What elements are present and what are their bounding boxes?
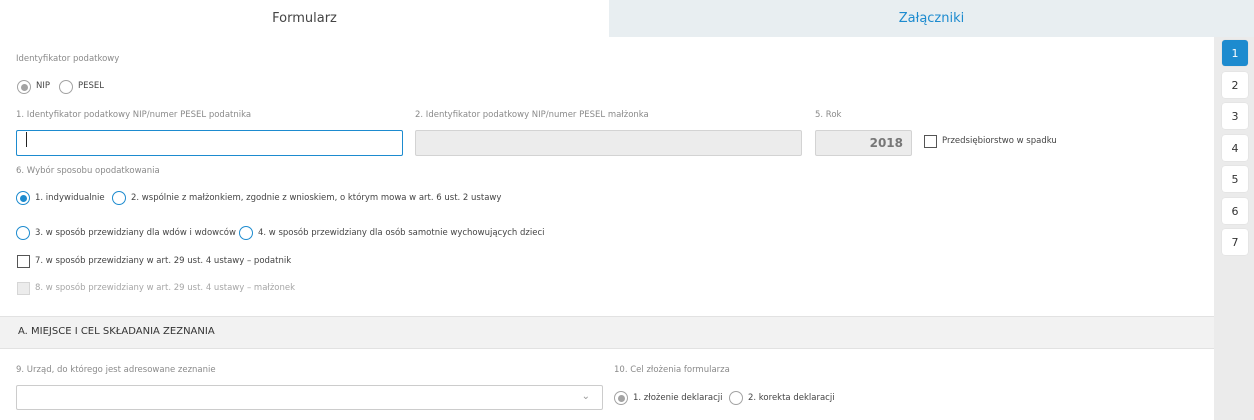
taxation-opt8-label: 8. w sposób przewidziany w art. 29 ust. … bbox=[35, 283, 296, 293]
taxation-opt4-label: 4. w sposób przewidziany dla osób samotn… bbox=[258, 228, 545, 238]
office-label: 9. Urząd, do którego jest adresowane zez… bbox=[16, 365, 216, 375]
step-button-5[interactable]: 5 bbox=[1222, 166, 1248, 192]
taxation-heading: 6. Wybór sposobu opodatkowania bbox=[16, 166, 160, 176]
taxation-opt2-label: 2. wspólnie z małżonkiem, zgodnie z wnio… bbox=[131, 193, 502, 203]
nip-radio-label: NIP bbox=[36, 81, 50, 91]
taxpayer-id-input[interactable] bbox=[16, 130, 403, 156]
taxation-opt8-checkbox bbox=[17, 282, 30, 295]
tab-zalaczniki[interactable]: Załączniki bbox=[609, 0, 1254, 37]
step-button-2[interactable]: 2 bbox=[1222, 72, 1248, 98]
text-cursor bbox=[26, 132, 27, 147]
taxid-heading: Identyfikator podatkowy bbox=[16, 54, 120, 64]
section-a-title: A. MIEJSCE I CEL SKŁADANIA ZEZNANIA bbox=[18, 326, 215, 337]
purpose-opt2-radio[interactable] bbox=[729, 391, 743, 405]
pesel-radio-label: PESEL bbox=[78, 81, 104, 91]
field1-label: 1. Identyfikator podatkowy NIP/numer PES… bbox=[16, 110, 252, 120]
section-a-header: A. MIEJSCE I CEL SKŁADANIA ZEZNANIA bbox=[0, 316, 1214, 349]
taxation-opt4-radio[interactable] bbox=[239, 226, 253, 240]
taxation-opt1-radio[interactable] bbox=[16, 191, 30, 205]
estate-checkbox-label: Przedsiębiorstwo w spadku bbox=[942, 136, 1057, 146]
step-button-7[interactable]: 7 bbox=[1222, 229, 1248, 255]
field5-label: 5. Rok bbox=[815, 110, 842, 120]
taxation-opt7-label: 7. w sposób przewidziany w art. 29 ust. … bbox=[35, 256, 292, 266]
tab-bar: Formularz Załączniki bbox=[0, 0, 1254, 37]
spouse-id-input[interactable] bbox=[415, 130, 802, 156]
tax-office-select[interactable]: ⌄ bbox=[16, 385, 603, 410]
taxation-opt7-checkbox[interactable] bbox=[17, 255, 30, 268]
purpose-opt1-label: 1. złożenie deklaracji bbox=[633, 393, 723, 403]
purpose-opt1-radio[interactable] bbox=[614, 391, 628, 405]
estate-checkbox[interactable] bbox=[924, 135, 937, 148]
chevron-down-icon: ⌄ bbox=[581, 391, 590, 402]
year-input[interactable] bbox=[815, 130, 912, 156]
pesel-radio[interactable] bbox=[59, 80, 73, 94]
tab-formularz[interactable]: Formularz bbox=[0, 0, 609, 37]
step-button-1[interactable]: 1 bbox=[1222, 40, 1248, 66]
taxation-opt2-radio[interactable] bbox=[112, 191, 126, 205]
step-button-4[interactable]: 4 bbox=[1222, 135, 1248, 161]
step-button-3[interactable]: 3 bbox=[1222, 103, 1248, 129]
taxation-opt1-label: 1. indywidualnie bbox=[35, 193, 105, 203]
nip-radio[interactable] bbox=[17, 80, 31, 94]
taxation-opt3-label: 3. w sposób przewidziany dla wdów i wdow… bbox=[35, 228, 236, 238]
taxation-opt3-radio[interactable] bbox=[16, 226, 30, 240]
purpose-label: 10. Cel złożenia formularza bbox=[614, 365, 730, 375]
purpose-opt2-label: 2. korekta deklaracji bbox=[748, 393, 835, 403]
step-button-6[interactable]: 6 bbox=[1222, 198, 1248, 224]
field2-label: 2. Identyfikator podatkowy NIP/numer PES… bbox=[415, 110, 649, 120]
